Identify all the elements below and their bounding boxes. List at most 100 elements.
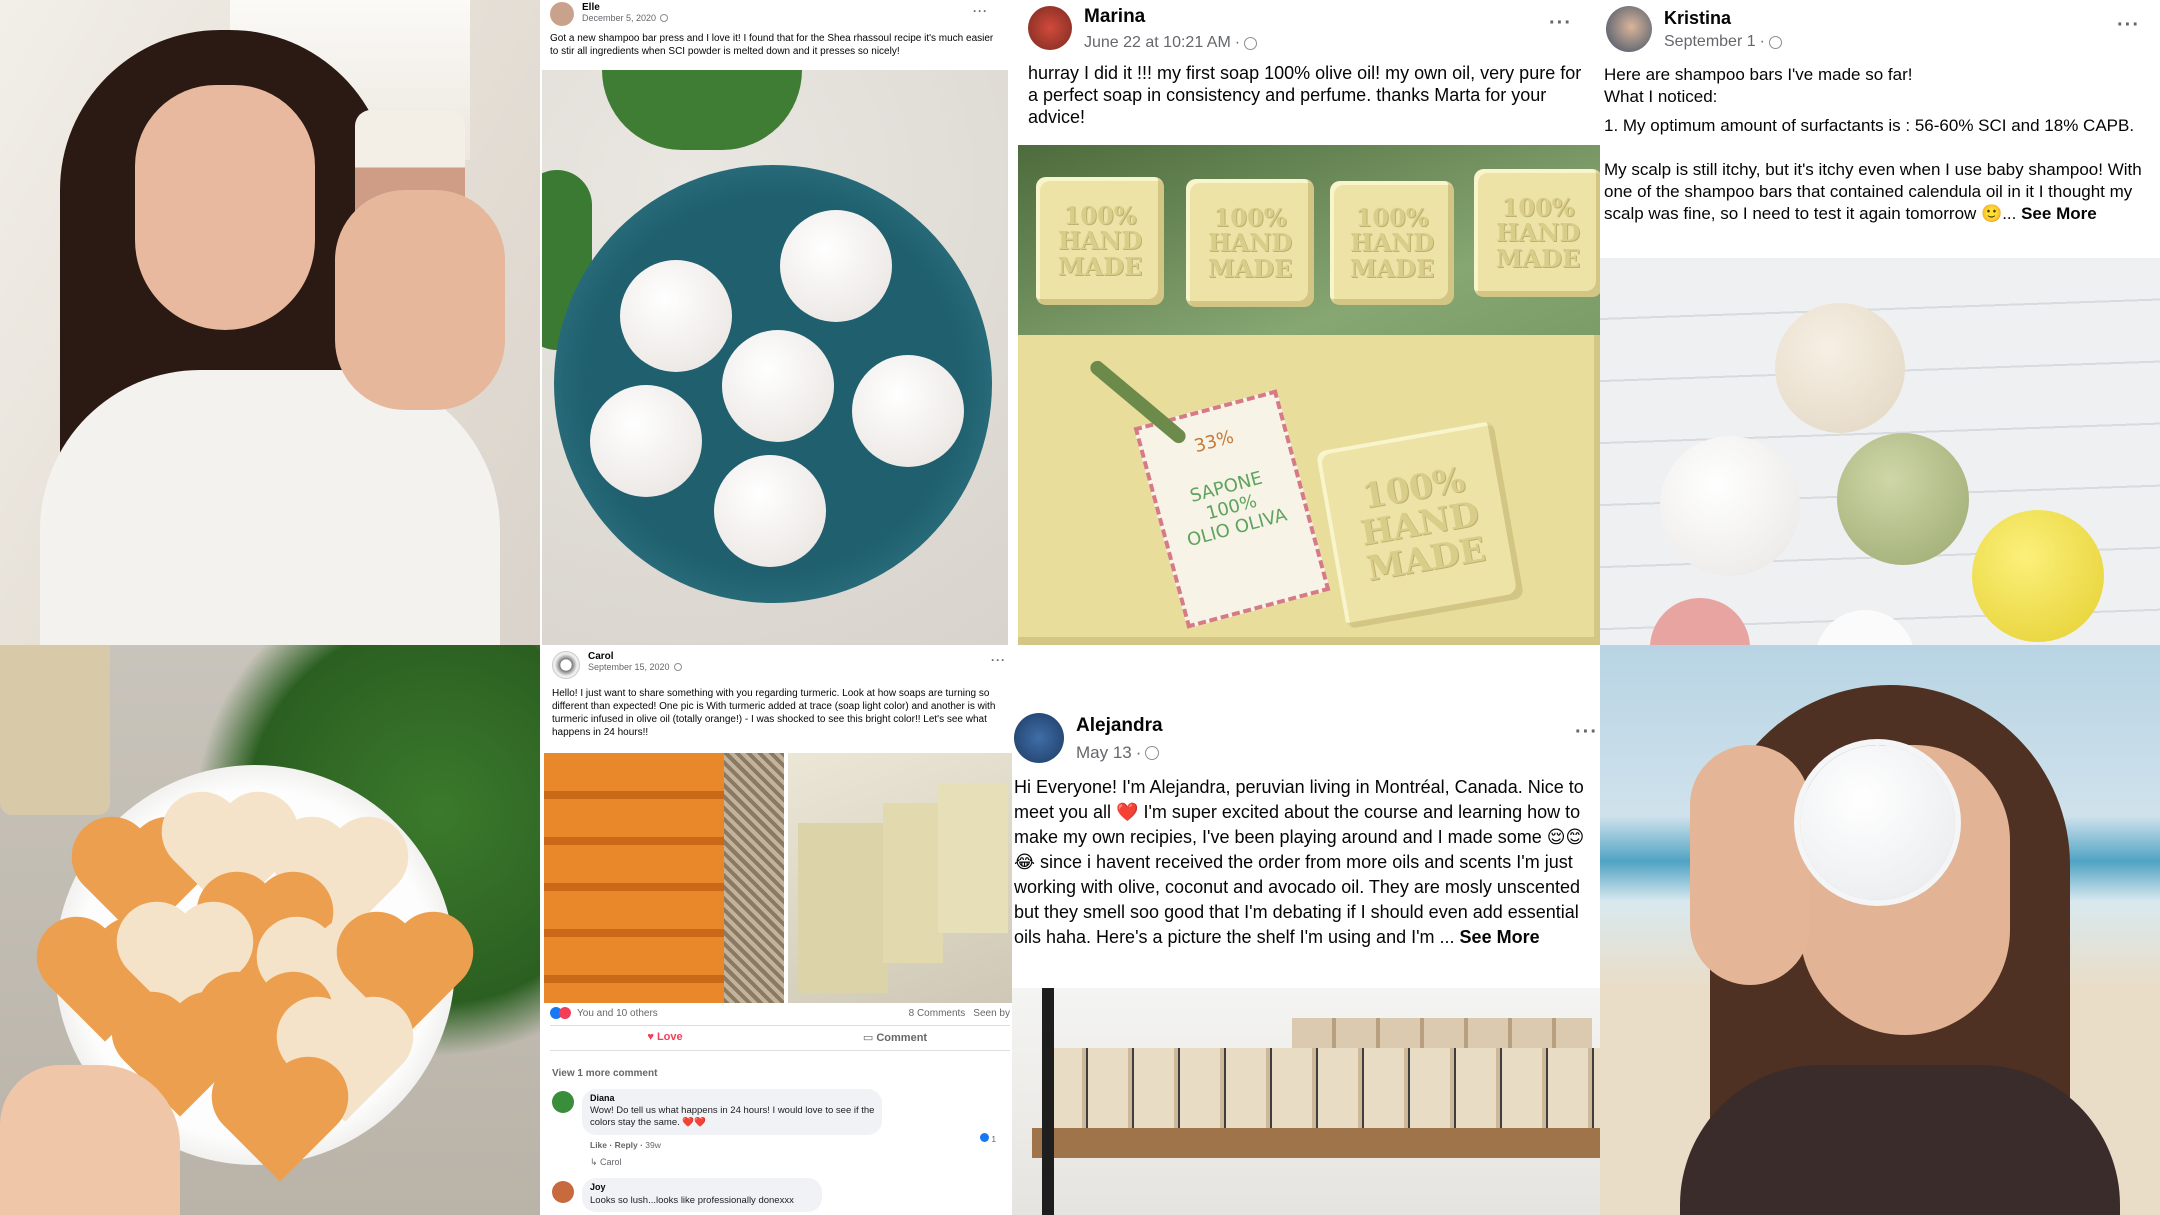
post-text: Hi Everyone! I'm Alejandra, peruvian liv…	[1014, 777, 1589, 947]
seen-by[interactable]: Seen by	[973, 1008, 1010, 1019]
photo-orange-soap	[544, 753, 784, 1003]
post-line: Here are shampoo bars I've made so far!	[1604, 65, 1913, 84]
globe-icon	[1145, 746, 1160, 760]
soap-row	[1292, 1018, 1592, 1048]
commenter-avatar[interactable]	[552, 1181, 574, 1203]
oats-jar	[0, 645, 110, 815]
post-marina: Marina June 22 at 10:21 AM · ··· hurray I…	[1010, 0, 1600, 645]
avatar[interactable]	[1606, 6, 1652, 52]
shampoo-bar	[1972, 510, 2104, 642]
see-more-link[interactable]: See More	[1460, 927, 1540, 947]
soap-stamped: 100% HAND MADE	[1330, 181, 1454, 305]
post-date[interactable]: May 13	[1076, 743, 1132, 763]
post-text-block: Hi Everyone! I'm Alejandra, peruvian liv…	[1014, 775, 1600, 950]
post-text: Got a new shampoo bar press and I love i…	[550, 33, 997, 57]
shampoo-bar	[620, 260, 732, 372]
shampoo-bar	[1837, 433, 1969, 565]
flower-soap	[1800, 745, 1955, 900]
like-icon	[980, 1133, 989, 1142]
author-name[interactable]: Alejandra	[1076, 715, 1163, 737]
author-name[interactable]: Carol	[588, 651, 682, 662]
more-options-icon[interactable]: ···	[991, 653, 1006, 667]
author-name[interactable]: Marina	[1084, 6, 1257, 28]
see-more-link[interactable]: See More	[2021, 204, 2097, 223]
reactions-count[interactable]: You and 10 others	[577, 1008, 658, 1019]
post-line: What I noticed:	[1604, 87, 1718, 106]
reply-author: Carol	[600, 1157, 622, 1167]
shelf-post	[1042, 988, 1054, 1215]
comment-icon: ▭	[862, 1032, 877, 1044]
commenter-avatar[interactable]	[552, 1091, 574, 1113]
photo-woman-at-beach	[1600, 645, 2160, 1215]
shampoo-bar	[780, 210, 892, 322]
more-options-icon[interactable]: ···	[1549, 12, 1572, 35]
comment-time[interactable]: 39w	[645, 1140, 661, 1150]
avatar[interactable]	[550, 2, 574, 26]
soap-stamped: 100% HAND MADE	[1474, 169, 1600, 297]
soap-stamped: 100% HAND MADE	[1186, 179, 1314, 307]
like-link[interactable]: Like	[590, 1140, 607, 1150]
more-options-icon[interactable]: ···	[1575, 721, 1598, 744]
love-icon	[559, 1007, 571, 1019]
post-date[interactable]: June 22 at 10:21 AM	[1084, 34, 1231, 52]
comment-bubble: Joy Looks so lush...looks like professio…	[582, 1178, 822, 1212]
comment-label: Comment	[876, 1032, 928, 1044]
comment-react-count: 1	[980, 1133, 996, 1144]
heart-icon: ♥	[647, 1031, 657, 1043]
post-date[interactable]: December 5, 2020	[582, 13, 656, 23]
avatar[interactable]	[552, 651, 580, 679]
shirt	[40, 370, 500, 645]
comment-text: Looks so lush...looks like professionall…	[590, 1195, 794, 1206]
shampoo-bar	[1775, 303, 1905, 433]
globe-icon	[673, 663, 682, 671]
photo-turmeric-soap	[788, 753, 1012, 1003]
post-text: hurray I did it !!! my first soap 100% o…	[1028, 63, 1587, 127]
author-name[interactable]: Elle	[582, 2, 668, 13]
globe-icon	[660, 14, 669, 22]
leaf	[602, 70, 802, 150]
love-label: Love	[656, 1031, 683, 1043]
post-elle: Elle December 5, 2020 ··· Got a new sham…	[540, 0, 1010, 645]
photo-heart-soaps	[0, 645, 540, 1215]
author-name[interactable]: Kristina	[1664, 8, 1782, 29]
post-photo	[1600, 258, 2160, 645]
commenter-name[interactable]: Diana	[590, 1093, 615, 1103]
shampoo-bar	[714, 455, 826, 567]
more-options-icon[interactable]: ···	[2117, 14, 2140, 37]
soap-bar	[883, 803, 943, 963]
post-line: My scalp is still itchy, but it's itchy …	[1604, 159, 2149, 225]
more-options-icon[interactable]: ···	[973, 4, 988, 18]
post-text: Hello! I just want to share something wi…	[552, 688, 999, 738]
post-carol: Carol September 15, 2020 ··· Hello! I ju…	[540, 645, 1012, 1215]
post-alejandra: Alejandra May 13 · ··· Hi Everyone! I'm A…	[1012, 645, 1600, 1215]
post-date[interactable]: September 1	[1664, 33, 1756, 51]
shampoo-bar	[1660, 436, 1800, 576]
comments-count[interactable]: 8 Comments	[909, 1008, 966, 1019]
soap-bar	[798, 823, 888, 993]
shampoo-bar	[1815, 610, 1915, 645]
shampoo-bar	[722, 330, 834, 442]
reply-link[interactable]: Reply	[615, 1140, 638, 1150]
post-photo	[542, 70, 1008, 645]
globe-icon	[1244, 36, 1258, 50]
hand	[0, 1065, 180, 1215]
heart-soap	[223, 1068, 337, 1182]
soap-bar	[938, 783, 1008, 933]
photo-woman-with-soap	[0, 0, 540, 645]
view-more-comments[interactable]: View 1 more comment	[552, 1068, 657, 1079]
shampoo-bar	[852, 355, 964, 467]
avatar[interactable]	[1028, 6, 1072, 50]
comment-bubble: Diana Wow! Do tell us what happens in 24…	[582, 1089, 882, 1135]
reply-by[interactable]: ↳ Carol	[590, 1157, 622, 1168]
commenter-name[interactable]: Joy	[590, 1182, 606, 1192]
divider	[550, 1025, 1010, 1026]
comment-button[interactable]: ▭ Comment	[780, 1031, 1010, 1044]
avatar[interactable]	[1014, 713, 1064, 763]
shampoo-bar	[1650, 598, 1750, 645]
face	[135, 85, 315, 330]
post-date[interactable]: September 15, 2020	[588, 662, 670, 672]
post-photo: 100% HAND MADE 100% HAND MADE 100% HAND …	[1018, 145, 1600, 645]
divider	[550, 1050, 1010, 1051]
love-button[interactable]: ♥ Love	[550, 1031, 780, 1044]
soap-row	[1042, 1048, 1600, 1128]
